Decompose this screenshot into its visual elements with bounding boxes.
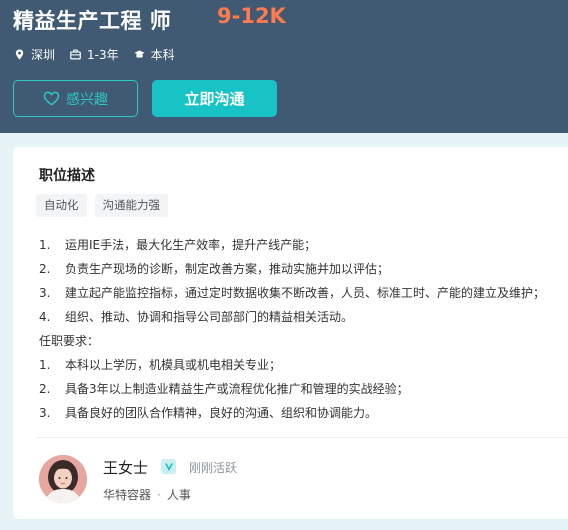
tag: 沟通能力强 (94, 194, 168, 217)
line-number: 3. (39, 406, 51, 420)
line-text: 任职要求： (39, 334, 100, 348)
education-item: 本科 (134, 46, 175, 63)
avatar[interactable] (39, 455, 87, 503)
requirements-heading: 任职要求： (39, 329, 568, 353)
line-number: 4. (39, 310, 51, 324)
line-text: 具备良好的团队合作精神，良好的沟通、组织和协调能力。 (65, 406, 378, 420)
job-detail-card: 职位描述 自动化 沟通能力强 1. 运用IE手法，最大化生产效率，提升产线产能； … (13, 147, 568, 519)
section-title: 职位描述 (39, 168, 95, 184)
line-text: 建立起产能监控指标，通过定时数据收集不断改善，人员、标准工时、产能的建立及维护； (65, 286, 546, 300)
briefcase-icon (70, 49, 81, 59)
tag: 自动化 (36, 194, 87, 217)
description-line: 3. 具备良好的团队合作精神，良好的沟通、组织和协调能力。 (39, 401, 568, 425)
description-line: 2. 负责生产现场的诊断，制定改善方案，推动实施并加以评估； (39, 257, 568, 281)
verified-icon (161, 459, 176, 474)
line-text: 负责生产现场的诊断，制定改善方案，推动实施并加以评估； (65, 262, 390, 276)
line-number: 2. (39, 382, 51, 396)
description-line: 3. 建立起产能监控指标，通过定时数据收集不断改善，人员、标准工时、产能的建立及维… (39, 281, 568, 305)
job-header: 精益生产工程 师 9-12K 深圳 1-3年 本科 感兴趣 立即沟通 (0, 0, 568, 133)
tag-list: 自动化 沟通能力强 (36, 194, 176, 217)
line-number: 1. (39, 358, 51, 372)
line-text: 运用IE手法，最大化生产效率，提升产线产能； (65, 238, 317, 252)
graduation-cap-icon (134, 49, 145, 58)
job-description: 1. 运用IE手法，最大化生产效率，提升产线产能； 2. 负责生产现场的诊断，制定改… (39, 233, 568, 425)
line-number: 1. (39, 238, 51, 252)
description-line: 1. 本科以上学历，机模具或机电相关专业； (39, 353, 568, 377)
experience-item: 1-3年 (70, 46, 119, 63)
recruiter-role: 人事 (166, 488, 191, 502)
line-text: 组织、推动、协调和指导公司部部门的精益相关活动。 (65, 310, 354, 324)
salary: 9-12K (217, 4, 286, 28)
divider (36, 437, 568, 438)
location-icon (15, 48, 24, 60)
location-item: 深圳 (14, 46, 55, 63)
line-text: 具备3年以上制造业精益生产或流程优化推广和管理的实战经验； (65, 382, 409, 396)
location-text: 深圳 (31, 47, 56, 62)
description-line: 1. 运用IE手法，最大化生产效率，提升产线产能； (39, 233, 568, 257)
line-text: 本科以上学历，机模具或机电相关专业； (65, 358, 282, 372)
recruiter-company: 华特容器 · 人事 (103, 488, 191, 502)
recruiter-avatar-image (39, 455, 87, 503)
education-text: 本科 (150, 47, 175, 62)
interest-button[interactable]: 感兴趣 (13, 80, 138, 117)
heart-icon (43, 91, 60, 106)
active-status: 刚刚活跃 (189, 461, 238, 475)
description-line: 4. 组织、推动、协调和指导公司部部门的精益相关活动。 (39, 305, 568, 329)
chat-button[interactable]: 立即沟通 (152, 80, 277, 117)
description-line: 2. 具备3年以上制造业精益生产或流程优化推广和管理的实战经验； (39, 377, 568, 401)
company-name: 华特容器 (103, 488, 152, 502)
interest-label: 感兴趣 (66, 91, 108, 108)
recruiter-name: 王女士 (103, 459, 149, 477)
line-number: 3. (39, 286, 51, 300)
line-number: 2. (39, 262, 51, 276)
job-title: 精益生产工程 师 (13, 9, 172, 33)
experience-text: 1-3年 (87, 47, 119, 62)
job-meta: 深圳 1-3年 本科 (14, 45, 190, 63)
chat-label: 立即沟通 (184, 90, 245, 108)
